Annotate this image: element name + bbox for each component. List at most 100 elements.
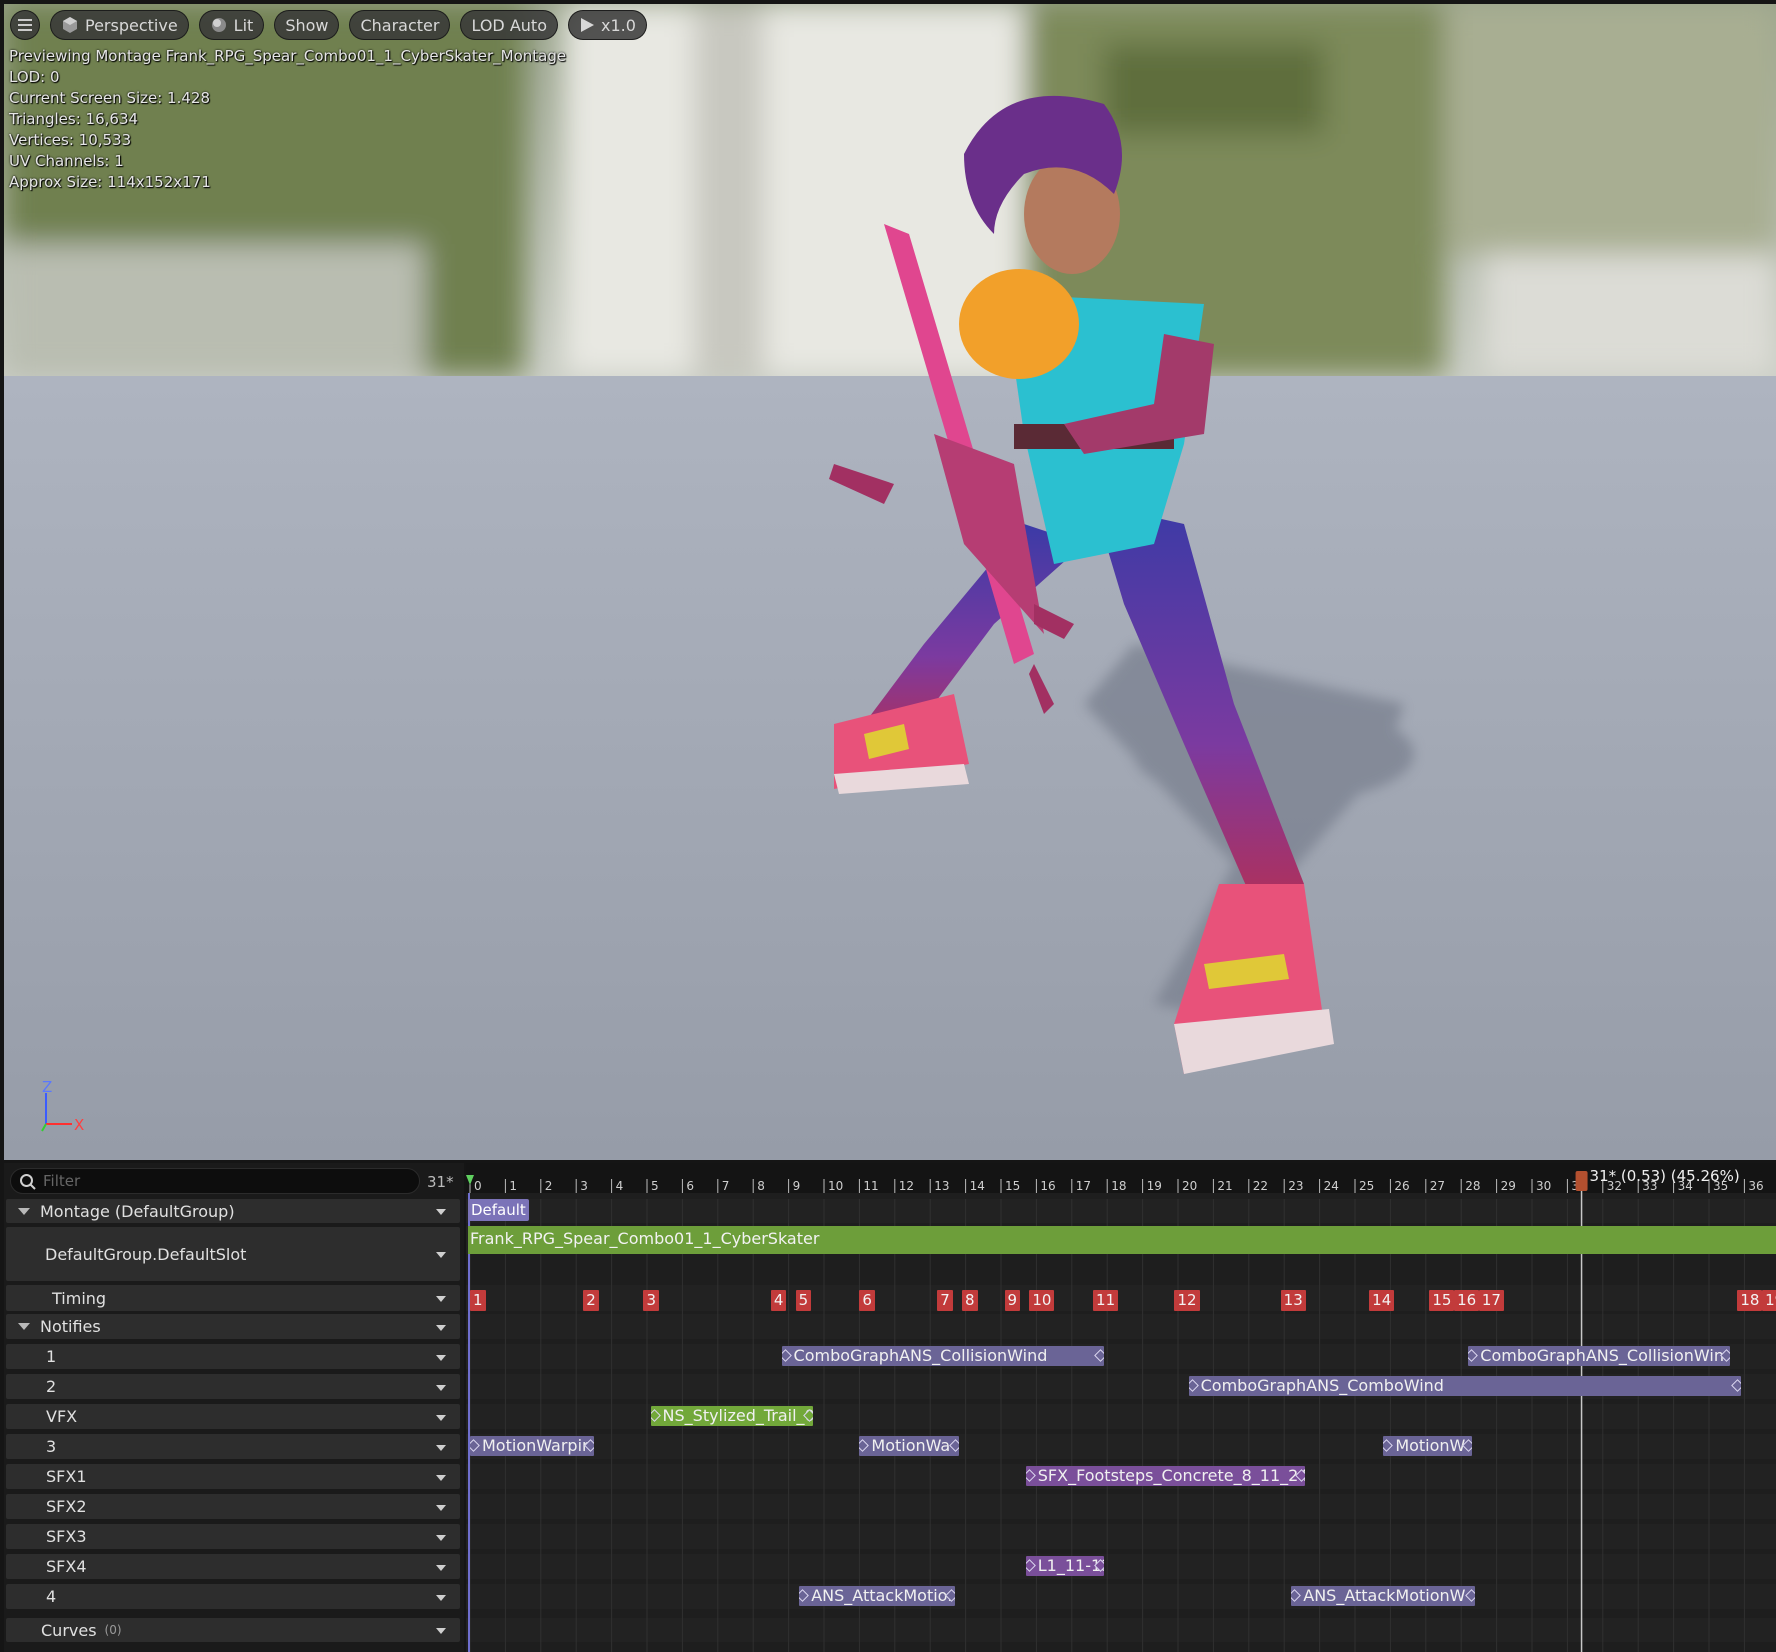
notify-start-handle[interactable]: [1291, 1589, 1302, 1602]
notify-track-sfx2[interactable]: SFX2: [6, 1494, 460, 1519]
notify-start-handle[interactable]: [781, 1349, 792, 1362]
chevron-down-icon[interactable]: [436, 1296, 446, 1302]
notify-event[interactable]: ComboGraphANS_CollisionWind: [781, 1346, 1104, 1366]
timing-marker[interactable]: 14: [1369, 1290, 1395, 1311]
hamburger-icon: [18, 19, 32, 31]
lit-button[interactable]: Lit: [198, 10, 265, 40]
notify-start-handle[interactable]: [1025, 1469, 1036, 1482]
expand-arrow-icon[interactable]: [18, 1207, 30, 1215]
chevron-down-icon[interactable]: [436, 1594, 446, 1601]
search-icon: [20, 1174, 36, 1190]
notify-end-handle[interactable]: [1730, 1379, 1741, 1392]
chevron-down-icon[interactable]: [436, 1324, 446, 1331]
chevron-down-icon[interactable]: [436, 1628, 446, 1634]
timeline-panel[interactable]: 0 1 2 3 4 5 6 7 8 9 10 11 12 13 14 15 16 17 18 19 20 21 22 23 24…: [466, 1163, 1776, 1652]
timing-marker[interactable]: 7: [937, 1290, 953, 1311]
track-notifies[interactable]: Notifies: [6, 1314, 460, 1339]
notify-end-handle[interactable]: [1465, 1589, 1476, 1602]
timing-marker[interactable]: 6: [859, 1290, 875, 1311]
preview-viewport[interactable]: Perspective Lit Show Character LOD Auto …: [4, 4, 1776, 1160]
timing-marker[interactable]: 2: [583, 1290, 599, 1311]
notify-event[interactable]: MotionWarpin: [470, 1436, 594, 1456]
perspective-button[interactable]: Perspective: [50, 10, 189, 40]
notify-start-handle[interactable]: [470, 1439, 480, 1452]
expand-arrow-icon[interactable]: [18, 1323, 30, 1330]
notify-start-handle[interactable]: [799, 1589, 810, 1602]
chevron-down-icon[interactable]: [436, 1209, 446, 1215]
notify-event[interactable]: MotionW: [1383, 1436, 1472, 1456]
timing-marker[interactable]: 10: [1029, 1290, 1055, 1311]
notify-track-3[interactable]: 3: [6, 1434, 460, 1459]
timing-marker[interactable]: 8: [962, 1290, 978, 1311]
notify-event[interactable]: ComboGraphANS_CollisionWin: [1468, 1346, 1731, 1366]
notify-track-sfx3[interactable]: SFX3: [6, 1524, 460, 1549]
notify-track-label: 3: [46, 1437, 57, 1456]
chevron-down-icon[interactable]: [436, 1444, 446, 1451]
animation-segment[interactable]: Frank_RPG_Spear_Combo01_1_CyberSkater: [468, 1226, 1776, 1254]
notify-track-sfx1[interactable]: SFX1: [6, 1464, 460, 1489]
chevron-down-icon[interactable]: [436, 1564, 446, 1571]
notify-track-1[interactable]: 1: [6, 1344, 460, 1369]
character-button[interactable]: Character: [349, 10, 451, 40]
axis-z-label: Z: [42, 1079, 52, 1096]
notify-start-handle[interactable]: [1383, 1439, 1394, 1452]
notify-track-vfx[interactable]: VFX: [6, 1404, 460, 1429]
ruler-tick-label: 36: [1748, 1179, 1763, 1193]
timing-marker[interactable]: 16: [1454, 1290, 1480, 1311]
notify-track-label: SFX1: [46, 1467, 87, 1486]
timing-marker[interactable]: 18: [1737, 1290, 1763, 1311]
chevron-down-icon[interactable]: [436, 1504, 446, 1511]
play-rate-button[interactable]: x1.0: [567, 10, 647, 40]
filter-box[interactable]: [10, 1168, 420, 1194]
timing-marker[interactable]: 13: [1280, 1290, 1306, 1311]
timing-marker[interactable]: 12: [1174, 1290, 1200, 1311]
notify-event[interactable]: MotionWa: [859, 1436, 959, 1456]
chevron-down-icon[interactable]: [436, 1354, 446, 1361]
notify-track-label: SFX3: [46, 1527, 87, 1546]
chevron-down-icon[interactable]: [436, 1534, 446, 1541]
track-timing[interactable]: Timing: [6, 1285, 460, 1311]
track-slot[interactable]: DefaultGroup.DefaultSlot: [6, 1227, 460, 1281]
timing-marker[interactable]: 4: [770, 1290, 787, 1311]
show-button[interactable]: Show: [274, 10, 340, 40]
notify-track-2[interactable]: 2: [6, 1374, 460, 1399]
notify-track-4[interactable]: 4: [6, 1584, 460, 1609]
timing-marker[interactable]: 9: [1004, 1290, 1021, 1311]
ruler-tick-label: 17: [1076, 1179, 1091, 1193]
timing-marker[interactable]: 5: [795, 1290, 812, 1311]
show-label: Show: [285, 15, 329, 35]
notify-event[interactable]: ComboGraphANS_ComboWind: [1188, 1376, 1741, 1396]
track-montage-group[interactable]: Montage (DefaultGroup): [6, 1199, 460, 1223]
track-curves[interactable]: Curves (0): [6, 1618, 460, 1642]
notify-track-sfx4[interactable]: SFX4: [6, 1554, 460, 1579]
notify-start-handle[interactable]: [1025, 1559, 1036, 1572]
timing-marker[interactable]: 19: [1762, 1290, 1776, 1311]
viewport-menu-button[interactable]: [10, 10, 40, 40]
notify-event[interactable]: SFX_Footsteps_Concrete_8_11_24: [1025, 1466, 1306, 1486]
section-default[interactable]: Default: [468, 1199, 529, 1221]
notify-event[interactable]: ANS_AttackMotionW: [1291, 1586, 1476, 1606]
scrub-handle[interactable]: [1575, 1171, 1588, 1191]
timing-marker[interactable]: 3: [643, 1290, 659, 1311]
notify-start-handle[interactable]: [1188, 1379, 1199, 1392]
chevron-down-icon[interactable]: [436, 1474, 446, 1481]
timing-marker[interactable]: 17: [1478, 1290, 1504, 1311]
notify-start-handle[interactable]: [1468, 1349, 1479, 1362]
notify-event[interactable]: L1_11-13: [1025, 1556, 1104, 1576]
timing-marker[interactable]: 15: [1429, 1290, 1455, 1311]
filter-input[interactable]: [43, 1171, 403, 1191]
chevron-down-icon[interactable]: [436, 1384, 446, 1391]
curves-label: Curves: [41, 1620, 97, 1640]
timing-marker[interactable]: 11: [1093, 1290, 1119, 1311]
chevron-down-icon[interactable]: [436, 1252, 446, 1258]
timing-marker[interactable]: 1: [470, 1290, 486, 1311]
notify-event[interactable]: NS_Stylized_Trail_0: [650, 1406, 814, 1426]
notify-end-handle[interactable]: [1093, 1349, 1104, 1362]
chevron-down-icon[interactable]: [436, 1414, 446, 1421]
notify-start-handle[interactable]: [650, 1409, 661, 1422]
notify-label: ANS_AttackMotionW: [1303, 1586, 1466, 1605]
lod-button[interactable]: LOD Auto: [460, 10, 558, 40]
notify-start-handle[interactable]: [859, 1439, 870, 1452]
ruler-tick-label: 4: [616, 1179, 624, 1193]
notify-event[interactable]: ANS_AttackMotion: [799, 1586, 955, 1606]
